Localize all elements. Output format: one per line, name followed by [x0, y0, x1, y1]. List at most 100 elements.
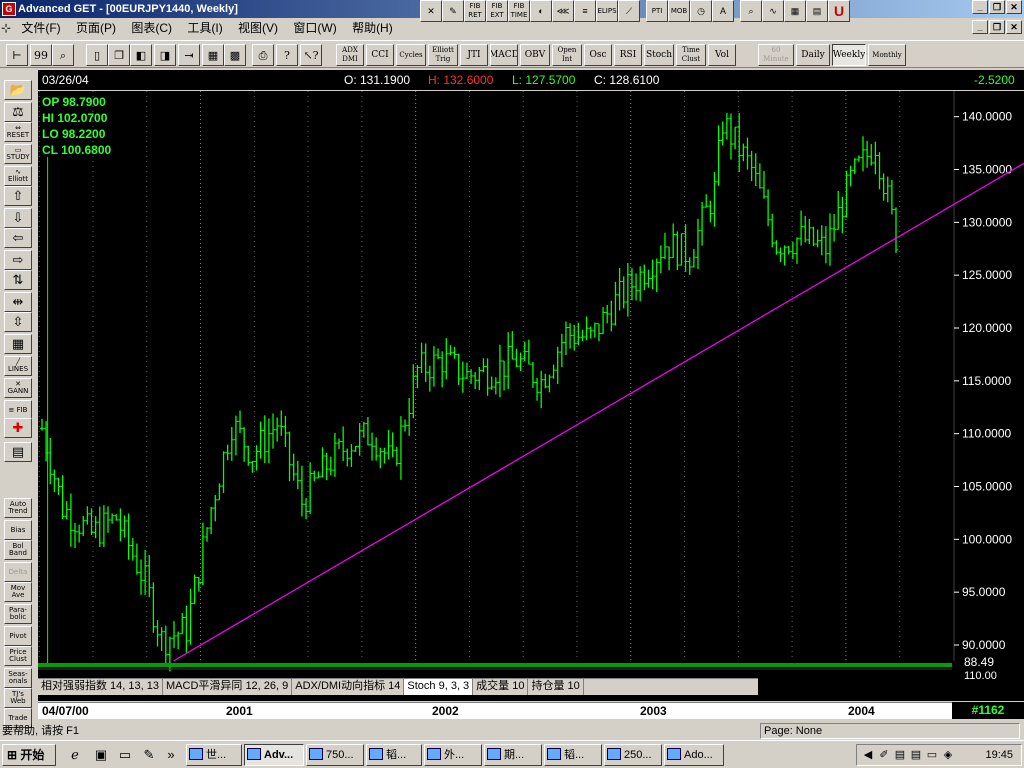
gann-button[interactable]: ✕ GANN [4, 378, 32, 398]
menu-help[interactable]: 帮助(H) [346, 18, 399, 38]
ime-icon[interactable]: ◈ [941, 748, 955, 762]
quote-icon[interactable]: 99 [30, 44, 52, 66]
taskbar-task-2[interactable]: 750... [306, 744, 364, 766]
reset-button[interactable]: ⇔ RESET [4, 122, 32, 142]
period-button-60-minute[interactable]: 60 Minute [758, 44, 794, 66]
magnet-icon[interactable]: U [828, 0, 850, 22]
start-button[interactable]: ⊞ 开始 [2, 744, 56, 766]
taskbar-task-4[interactable]: 外... [424, 744, 482, 766]
zoom-icon[interactable]: ⌕ [740, 0, 762, 22]
close-icon[interactable]: ✕ [1006, 0, 1022, 14]
taskbar-task-7[interactable]: 250... [604, 744, 662, 766]
period-button-daily[interactable]: Daily [796, 44, 830, 66]
print-icon[interactable]: ⎙ [252, 44, 274, 66]
price-chart[interactable]: 90.0000 95.0000 100.0000 105.0000 110.0000 11… [38, 91, 1024, 701]
elliott-button[interactable]: ∿ Elliott [4, 166, 32, 186]
text-tool-button[interactable]: A [712, 0, 734, 22]
menu-view[interactable]: 视图(V) [232, 18, 284, 38]
search-icon[interactable]: ⌕ [52, 44, 74, 66]
elips-button[interactable]: ELIPS [596, 0, 618, 22]
network-icon[interactable]: ▤ [893, 748, 907, 762]
fib-ext-button[interactable]: FIB EXT [486, 0, 508, 22]
mov-ave-button[interactable]: Mov Ave [4, 582, 32, 602]
pencil-icon[interactable]: ✎ [442, 0, 464, 22]
menu-window[interactable]: 窗口(W) [287, 18, 342, 38]
taskbar-task-0[interactable]: 世... [186, 744, 242, 766]
pen-icon[interactable]: ✐ [877, 748, 891, 762]
ie-icon[interactable]: ℯ [66, 746, 84, 764]
study-button-jti[interactable]: JTI [460, 44, 488, 66]
taskbar-task-1[interactable]: Adv... [244, 744, 304, 766]
arrow-down-icon[interactable]: ⇩ [4, 208, 32, 228]
notes-icon[interactable]: ▤ [806, 0, 828, 22]
study-button[interactable]: ▭ STUDY [4, 144, 32, 164]
taskbar-task-6[interactable]: 韬... [544, 744, 602, 766]
scales-icon[interactable]: ⚖ [4, 102, 32, 122]
mob-button[interactable]: MOB [668, 0, 690, 22]
document-icon[interactable]: ⊹ [0, 18, 12, 38]
grid-on-icon[interactable]: ▩ [224, 44, 246, 66]
copy-icon[interactable]: ❐ [108, 44, 130, 66]
period-button-weekly[interactable]: Weekly [832, 44, 866, 66]
grid-icon[interactable]: ▦ [784, 0, 806, 22]
taskbar-task-5[interactable]: 期... [484, 744, 542, 766]
study-button-adx-dmi[interactable]: ADX DMI [336, 44, 364, 66]
taskbar-task-3[interactable]: 韬... [366, 744, 422, 766]
clock-icon[interactable]: ◷ [690, 0, 712, 22]
arrow-left-icon[interactable]: ⇦ [4, 228, 32, 248]
grid-off-icon[interactable]: ▦ [202, 44, 224, 66]
compress-h-icon[interactable]: ⇹ [4, 292, 32, 312]
study-button-cycles[interactable]: Cycles [396, 44, 426, 66]
study-button-rsi[interactable]: RSI [614, 44, 642, 66]
child-minimize-icon[interactable]: _ [972, 20, 988, 34]
menu-tools[interactable]: 工具(I) [181, 18, 228, 38]
help-icon[interactable]: ? [276, 44, 298, 66]
price-clust-button[interactable]: Price Clust [4, 646, 32, 666]
export-icon[interactable]: ⇥ [178, 44, 200, 66]
fib-circle-icon[interactable]: ◐ [530, 0, 552, 22]
pti-button[interactable]: PTI [646, 0, 668, 22]
indicator-tab-4[interactable]: 成交量 10 [473, 679, 529, 695]
menu-page[interactable]: 页面(P) [70, 18, 122, 38]
expand-v-icon[interactable]: ⇳ [4, 312, 32, 332]
indicator-tab-2[interactable]: ADX/DMI动向指标 14 [292, 679, 405, 695]
more-icon[interactable]: » [162, 746, 180, 764]
indicator-tab-3[interactable]: Stoch 9, 3, 3 [404, 679, 474, 695]
study-button-vol[interactable]: Vol [708, 44, 736, 66]
restore-icon[interactable]: ❐ [989, 0, 1005, 14]
study-button-time-clust[interactable]: Time Clust [676, 44, 706, 66]
regression-icon[interactable]: ≡ [574, 0, 596, 22]
fib-ret-button[interactable]: FIB RET [464, 0, 486, 22]
chart-svg[interactable]: 90.0000 95.0000 100.0000 105.0000 110.0000 11… [38, 91, 1024, 701]
menu-file[interactable]: 文件(F) [15, 18, 66, 38]
chart-right-icon[interactable]: ◨ [154, 44, 176, 66]
open-folder-icon[interactable]: 📂 [4, 80, 32, 100]
pin-icon[interactable]: ⊢ [6, 44, 28, 66]
study-button-obv[interactable]: OBV [520, 44, 550, 66]
tool-icon[interactable]: ✎ [140, 746, 158, 764]
fib-time-button[interactable]: FIB TIME [508, 0, 530, 22]
indicator-tab-0[interactable]: 相对强弱指数 14, 13, 13 [38, 679, 163, 695]
child-close-icon[interactable]: ✕ [1006, 20, 1022, 34]
period-button-monthly[interactable]: Monthly [868, 44, 906, 66]
chart-left-icon[interactable]: ◧ [130, 44, 152, 66]
page-icon[interactable]: ▤ [4, 442, 32, 462]
study-button-osc[interactable]: Osc [584, 44, 612, 66]
folder-icon[interactable]: ▭ [116, 746, 134, 764]
trendline[interactable] [173, 162, 1024, 662]
tjs-web-button[interactable]: TJ's Web [4, 688, 32, 708]
arrow-up-icon[interactable]: ⇧ [4, 186, 32, 206]
study-button-stoch[interactable]: Stoch [644, 44, 674, 66]
indicator-tab-1[interactable]: MACD平滑异同 12, 26, 9 [163, 679, 293, 695]
minimize-icon[interactable]: _ [972, 0, 988, 14]
pivot-button[interactable]: Pivot [4, 626, 32, 646]
bias-button[interactable]: Bias [4, 520, 32, 540]
compress-v-icon[interactable]: ⇅ [4, 270, 32, 290]
study-button-cci[interactable]: CCI [366, 44, 394, 66]
bol-band-button[interactable]: Bol Band [4, 540, 32, 560]
snake-icon[interactable]: ∿ [762, 0, 784, 22]
cross-icon[interactable]: ✕ [420, 0, 442, 22]
delta-button[interactable]: Delta [4, 562, 32, 582]
lines-button[interactable]: ╱ LINES [4, 356, 32, 376]
diagonal-icon[interactable]: ⟋ [618, 0, 640, 22]
